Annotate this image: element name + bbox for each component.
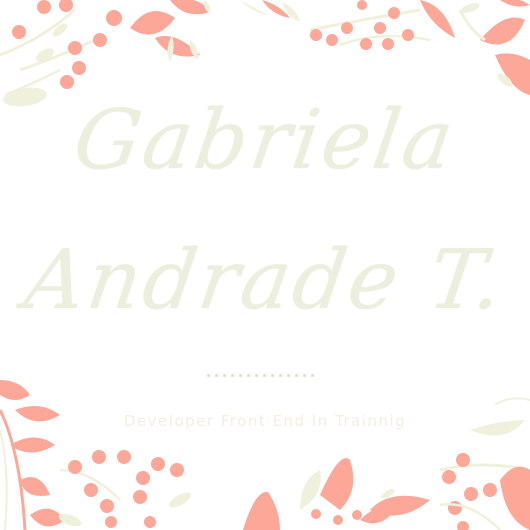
subtitle: Developer Front End In Trainnig	[123, 412, 407, 430]
name-last-line: Andrade T.	[19, 233, 511, 328]
floral-corner-top-right	[309, 0, 530, 95]
dotted-divider	[207, 374, 319, 380]
floral-bottom-center	[243, 458, 430, 530]
name-first-line: Gabriela	[68, 93, 462, 188]
card: Gabriela Andrade T. Developer Front End …	[0, 0, 530, 530]
floral-top-center	[240, 0, 300, 22]
floral-corner-bottom-left	[0, 380, 191, 530]
